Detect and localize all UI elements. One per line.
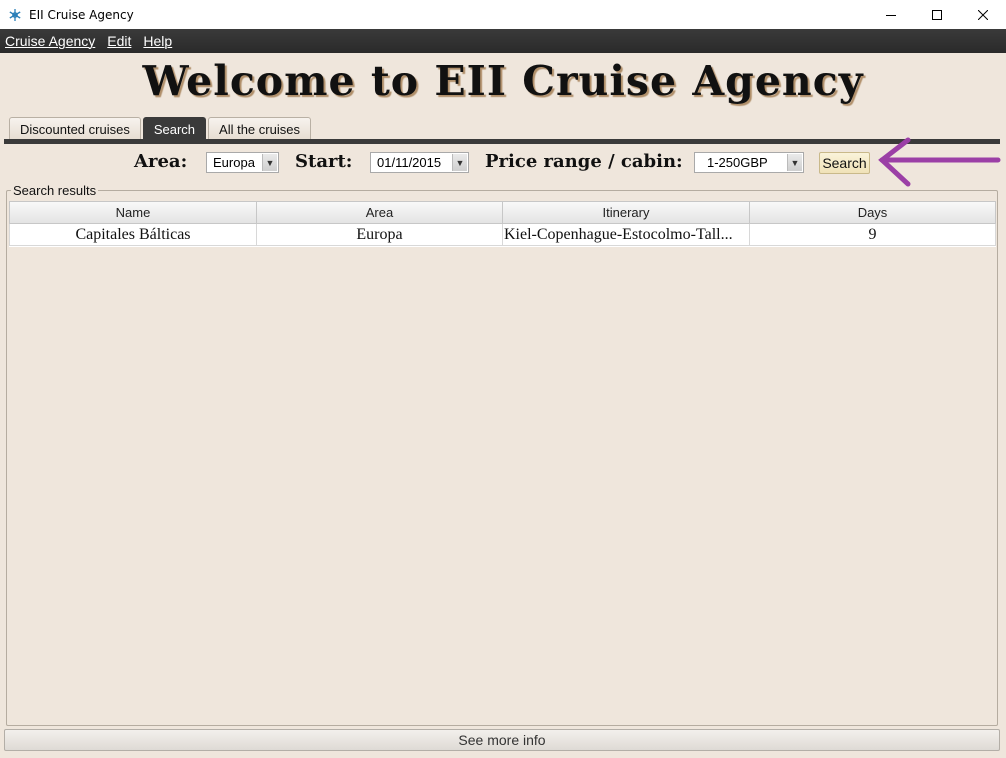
tab-all-cruises[interactable]: All the cruises bbox=[208, 117, 311, 140]
menu-edit[interactable]: Edit bbox=[107, 33, 131, 49]
area-label: Area: bbox=[134, 151, 188, 172]
cell-name: Capitales Bálticas bbox=[9, 224, 256, 246]
column-header-area[interactable]: Area bbox=[256, 201, 502, 224]
start-date-value: 01/11/2015 bbox=[377, 155, 442, 170]
menu-help[interactable]: Help bbox=[143, 33, 172, 49]
table-row[interactable]: Capitales Bálticas Europa Kiel-Copenhagu… bbox=[9, 224, 996, 247]
tab-divider bbox=[4, 139, 1000, 144]
snowflake-icon bbox=[7, 7, 23, 23]
search-bar: Area: Europa ▼ Start: 01/11/2015 ▼ Price… bbox=[0, 150, 1006, 176]
menu-cruise-agency[interactable]: Cruise Agency bbox=[5, 33, 95, 49]
maximize-icon[interactable] bbox=[914, 0, 960, 29]
tab-bar: Discounted cruises Search All the cruise… bbox=[9, 117, 313, 140]
tab-discounted-cruises[interactable]: Discounted cruises bbox=[9, 117, 141, 140]
chevron-down-icon[interactable]: ▼ bbox=[787, 154, 802, 171]
annotation-arrow-icon bbox=[878, 137, 1001, 187]
area-select[interactable]: Europa ▼ bbox=[206, 152, 279, 173]
search-button[interactable]: Search bbox=[819, 152, 870, 174]
chevron-down-icon[interactable]: ▼ bbox=[262, 154, 277, 171]
area-select-value: Europa bbox=[213, 155, 255, 170]
column-header-itinerary[interactable]: Itinerary bbox=[502, 201, 749, 224]
chevron-down-icon[interactable]: ▼ bbox=[452, 154, 467, 171]
window-title-bar: EII Cruise Agency bbox=[0, 0, 1006, 29]
search-results-legend: Search results bbox=[11, 183, 99, 198]
cell-days: 9 bbox=[749, 224, 996, 246]
column-header-name[interactable]: Name bbox=[9, 201, 256, 224]
table-header: Name Area Itinerary Days bbox=[9, 201, 996, 224]
menu-bar: Cruise Agency Edit Help bbox=[0, 29, 1006, 53]
price-range-select[interactable]: 1-250GBP ▼ bbox=[694, 152, 804, 173]
search-results-panel bbox=[6, 190, 998, 726]
price-range-label: Price range / cabin: bbox=[485, 151, 683, 172]
price-range-value: 1-250GBP bbox=[707, 155, 768, 170]
page-title: Welcome to EII Cruise Agency bbox=[142, 57, 864, 105]
results-table: Name Area Itinerary Days Capitales Bálti… bbox=[9, 201, 996, 247]
cell-area: Europa bbox=[256, 224, 502, 246]
column-header-days[interactable]: Days bbox=[749, 201, 996, 224]
see-more-info-button[interactable]: See more info bbox=[4, 729, 1000, 751]
start-label: Start: bbox=[295, 151, 353, 172]
tab-search[interactable]: Search bbox=[142, 117, 207, 140]
minimize-icon[interactable] bbox=[868, 0, 914, 29]
start-date-select[interactable]: 01/11/2015 ▼ bbox=[370, 152, 469, 173]
close-icon[interactable] bbox=[960, 0, 1006, 29]
cell-itinerary: Kiel-Copenhague-Estocolmo-Tall... bbox=[502, 224, 749, 246]
window-title: EII Cruise Agency bbox=[29, 7, 134, 22]
